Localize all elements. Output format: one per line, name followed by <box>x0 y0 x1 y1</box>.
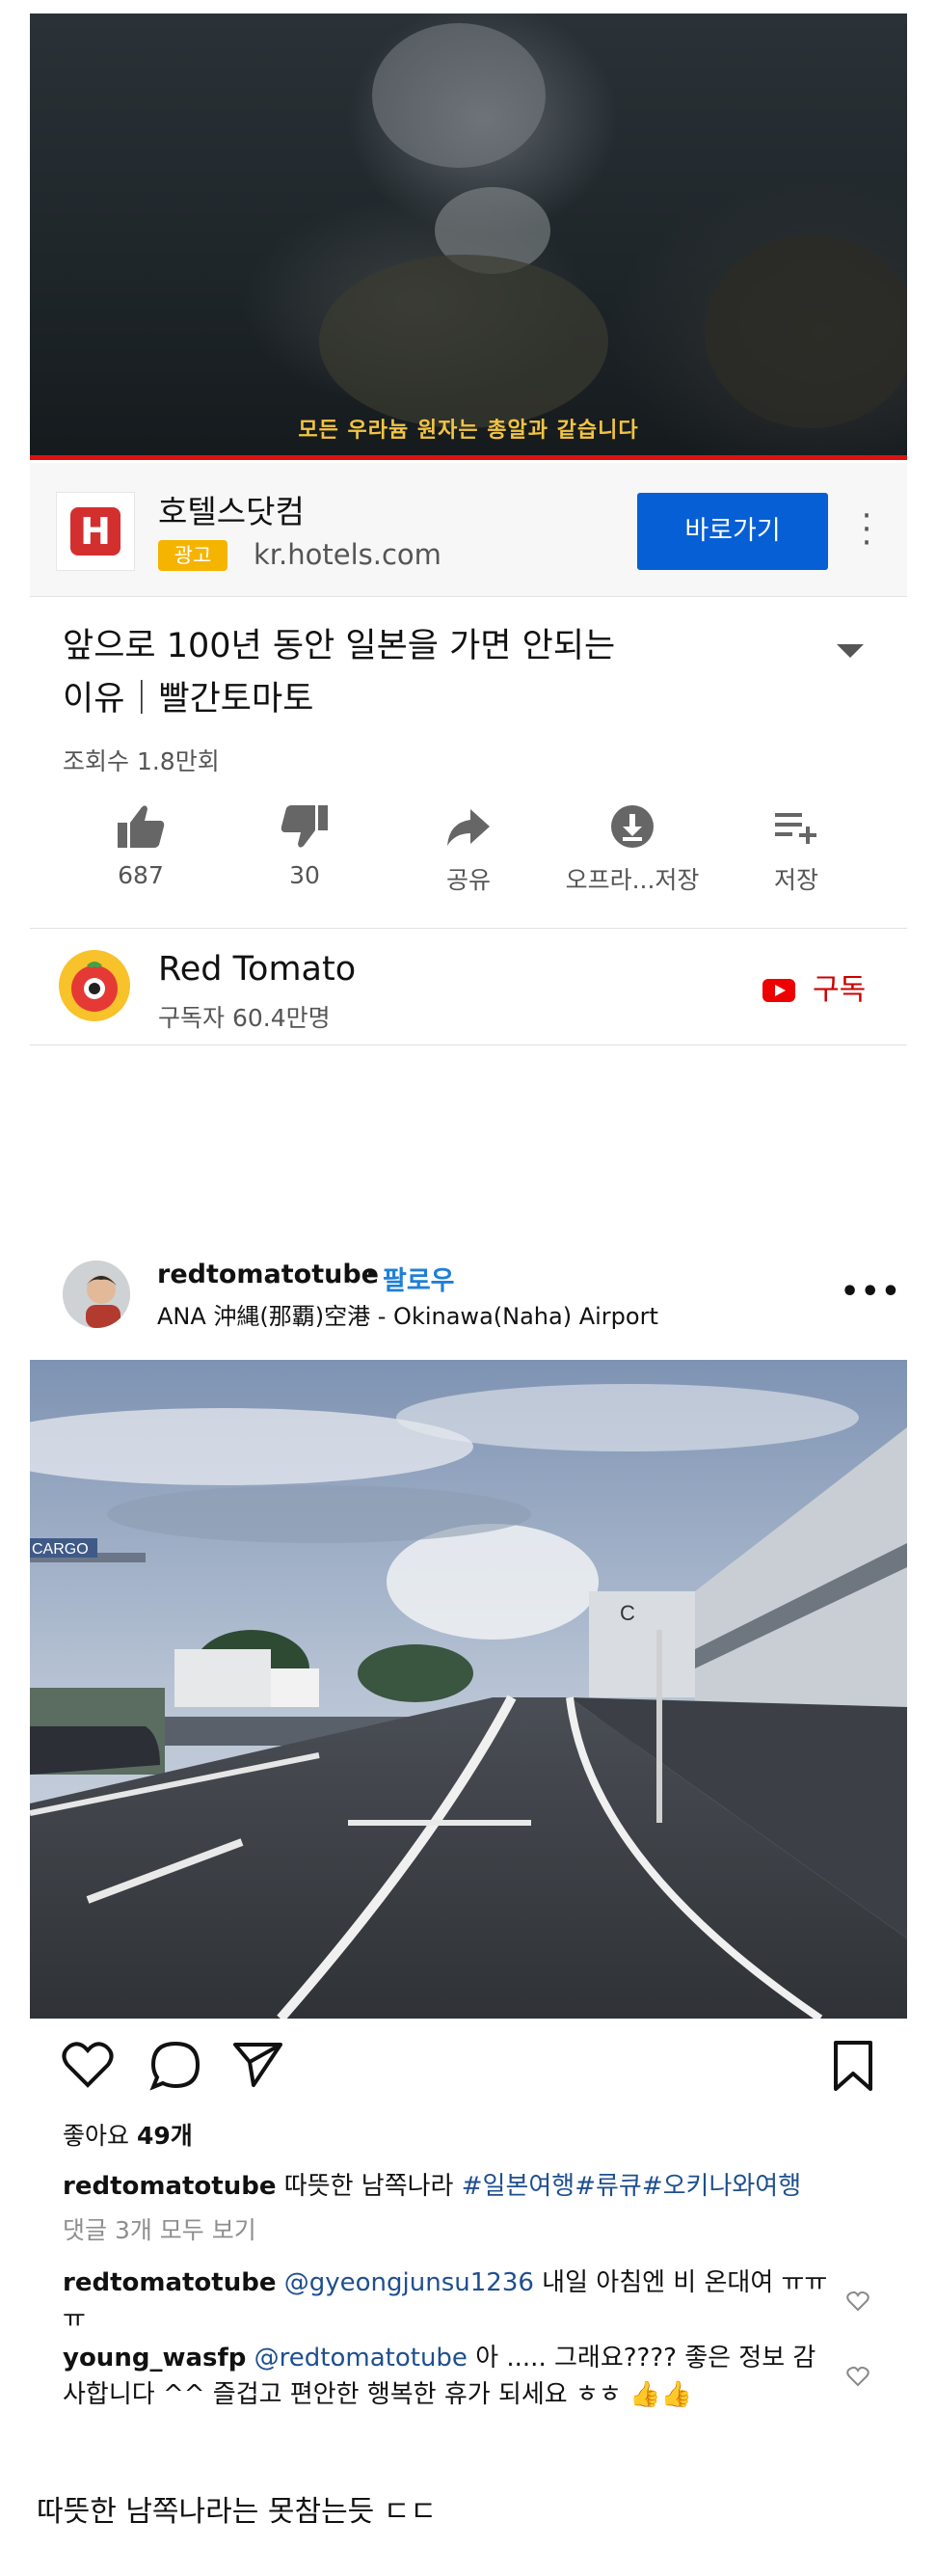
comment-like-heart-icon[interactable] <box>846 2366 869 2387</box>
video-figure-right <box>705 235 907 428</box>
channel-name[interactable]: Red Tomato <box>158 950 356 989</box>
likes-label: 좋아요 <box>63 2122 137 2150</box>
ig-photo[interactable]: C CARGO <box>30 1360 907 2019</box>
likes-count: 49개 <box>136 2122 193 2150</box>
video-subtitle: 모든 우라늄 원자는 총알과 같습니다 <box>298 419 639 443</box>
comment-icon[interactable] <box>149 2041 201 2091</box>
save-label: 저장 <box>773 866 818 894</box>
ig-username[interactable]: redtomatotube <box>157 1260 379 1289</box>
more-vertical-icon[interactable]: · · · <box>855 500 878 559</box>
hotels-logo-icon: H <box>70 507 120 556</box>
ig-likes[interactable]: 좋아요 49개 <box>63 2117 193 2152</box>
ad-banner[interactable]: H 호텔스닷컴 광고 kr.hotels.com 바로가기 · · · <box>30 463 907 597</box>
cargo-sign: CARGO <box>32 1541 89 1558</box>
ad-url: kr.hotels.com <box>254 538 441 571</box>
save-playlist-button[interactable]: 저장 <box>719 803 873 896</box>
video-player[interactable]: 모든 우라늄 원자는 총알과 같습니다 <box>30 14 907 460</box>
airport-photo: C CARGO <box>30 1360 907 2019</box>
download-icon <box>611 805 654 848</box>
subscribe-label: 구독 <box>813 973 867 1007</box>
ig-follow-button[interactable]: 팔로우 <box>383 1260 455 1297</box>
ig-avatar[interactable] <box>63 1261 130 1328</box>
comment-mention[interactable]: @redtomatotube <box>254 2344 468 2373</box>
ig-caption: redtomatotube 따뜻한 남쪽나라 #일본여행#류큐#오키나와여행 <box>63 2168 834 2205</box>
ad-badge: 광고 <box>158 540 227 571</box>
ad-logo: H <box>56 492 135 571</box>
dislike-button[interactable]: 30 <box>227 803 382 889</box>
comment-mention[interactable]: @gyeongjunsu1236 <box>284 2268 534 2297</box>
like-button[interactable]: 687 <box>64 803 218 889</box>
playlist-add-icon <box>775 813 816 844</box>
tomato-logo-icon <box>71 962 118 1012</box>
share-button[interactable]: 공유 <box>391 803 546 896</box>
like-count: 687 <box>118 861 164 889</box>
share-icon <box>447 809 490 846</box>
channel-row[interactable]: Red Tomato 구독자 60.4만명 구독 <box>30 928 907 1045</box>
ad-visit-button[interactable]: 바로가기 <box>637 493 828 570</box>
caption-username[interactable]: redtomatotube <box>63 2172 276 2201</box>
video-progress-bar[interactable] <box>30 455 907 460</box>
subscriber-count: 구독자 60.4만명 <box>158 1004 331 1032</box>
video-figure-back <box>372 23 546 168</box>
ig-comment: redtomatotube @gyeongjunsu1236 내일 아침엔 비 … <box>63 2264 834 2338</box>
thumbs-up-icon <box>118 805 165 848</box>
ig-separator-dot: • <box>364 1260 380 1289</box>
ig-action-bar <box>30 2035 907 2102</box>
user-avatar-icon <box>63 1261 130 1328</box>
view-count: 조회수 1.8만회 <box>63 747 220 775</box>
video-progress-fill <box>30 455 907 460</box>
comment-like-heart-icon[interactable] <box>846 2291 869 2312</box>
bookmark-icon[interactable] <box>832 2039 874 2093</box>
offline-save-label: 오프라...저장 <box>565 866 700 894</box>
offline-save-button[interactable]: 오프라...저장 <box>555 803 709 896</box>
video-title-line2: 이유｜빨간토마토 <box>63 680 314 719</box>
youtube-icon <box>762 979 795 1002</box>
more-horizontal-icon[interactable]: ••• <box>841 1275 902 1309</box>
heart-icon[interactable] <box>62 2041 114 2089</box>
caption-hashtags[interactable]: #일본여행#류큐#오키나와여행 <box>462 2172 801 2201</box>
ad-title: 호텔스닷컴 <box>158 493 305 530</box>
channel-avatar[interactable] <box>59 950 130 1021</box>
ig-location[interactable]: ANA 沖縄(那覇)空港 - Okinawa(Naha) Airport <box>157 1297 658 1331</box>
comment-username[interactable]: redtomatotube <box>63 2268 276 2297</box>
send-icon[interactable] <box>232 2041 284 2089</box>
expand-description-icon[interactable] <box>837 644 864 658</box>
ig-comment: young_wasfp @redtomatotube 아 ..... 그래요??… <box>63 2340 834 2413</box>
video-figure-front <box>319 255 608 428</box>
subscribe-button[interactable]: 구독 <box>762 965 866 1008</box>
dislike-count: 30 <box>289 861 320 889</box>
thumbs-down-icon <box>281 805 328 848</box>
caption-text: 따뜻한 남쪽나라 <box>283 2172 462 2201</box>
video-title-line1: 앞으로 100년 동안 일본을 가면 안되는 <box>63 627 616 665</box>
share-label: 공유 <box>445 866 491 894</box>
view-all-comments-link[interactable]: 댓글 3개 모두 보기 <box>63 2211 256 2246</box>
video-title: 앞으로 100년 동안 일본을 가면 안되는 이유｜빨간토마토 <box>63 620 795 726</box>
comment-username[interactable]: young_wasfp <box>63 2344 246 2373</box>
building-sign: C <box>620 1601 635 1625</box>
post-caption-note: 따뜻한 남쪽나라는 못참는듯 ㄷㄷ <box>37 2495 438 2529</box>
